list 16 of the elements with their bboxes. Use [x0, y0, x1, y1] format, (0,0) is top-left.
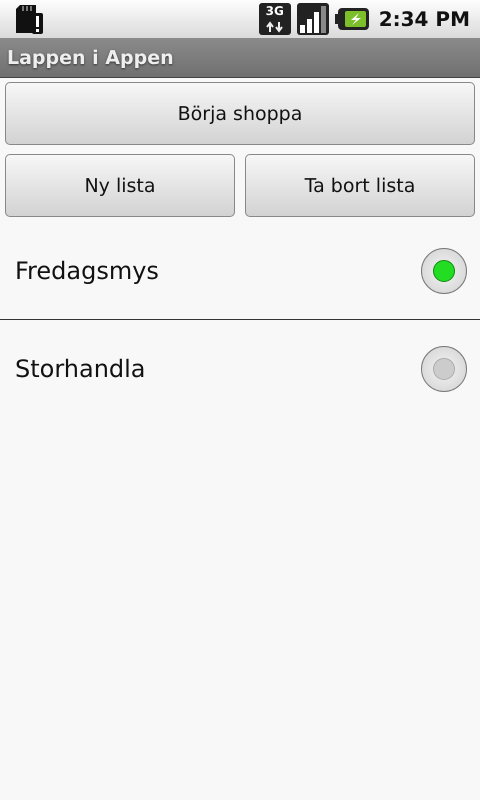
- list-name: Storhandla: [15, 354, 146, 382]
- battery-charging-icon: [334, 8, 369, 30]
- clock: 2:34 PM: [378, 7, 470, 31]
- radio-button[interactable]: [421, 248, 467, 294]
- radio-button[interactable]: [421, 346, 467, 392]
- sd-card-warning-icon: [14, 3, 44, 35]
- up-down-arrows-icon: [264, 21, 285, 33]
- list-item[interactable]: Storhandla: [0, 319, 480, 417]
- network-type-label: 3G: [266, 5, 284, 18]
- list-action-button[interactable]: Ta bort lista: [245, 154, 475, 217]
- list-action-button[interactable]: Ny lista: [5, 154, 235, 217]
- start-shopping-button[interactable]: Börja shoppa: [5, 82, 475, 145]
- window-title: Lappen i Appen: [7, 46, 174, 68]
- signal-icon: [296, 3, 329, 35]
- list-item[interactable]: Fredagsmys: [0, 222, 480, 319]
- list-name: Fredagsmys: [15, 256, 159, 284]
